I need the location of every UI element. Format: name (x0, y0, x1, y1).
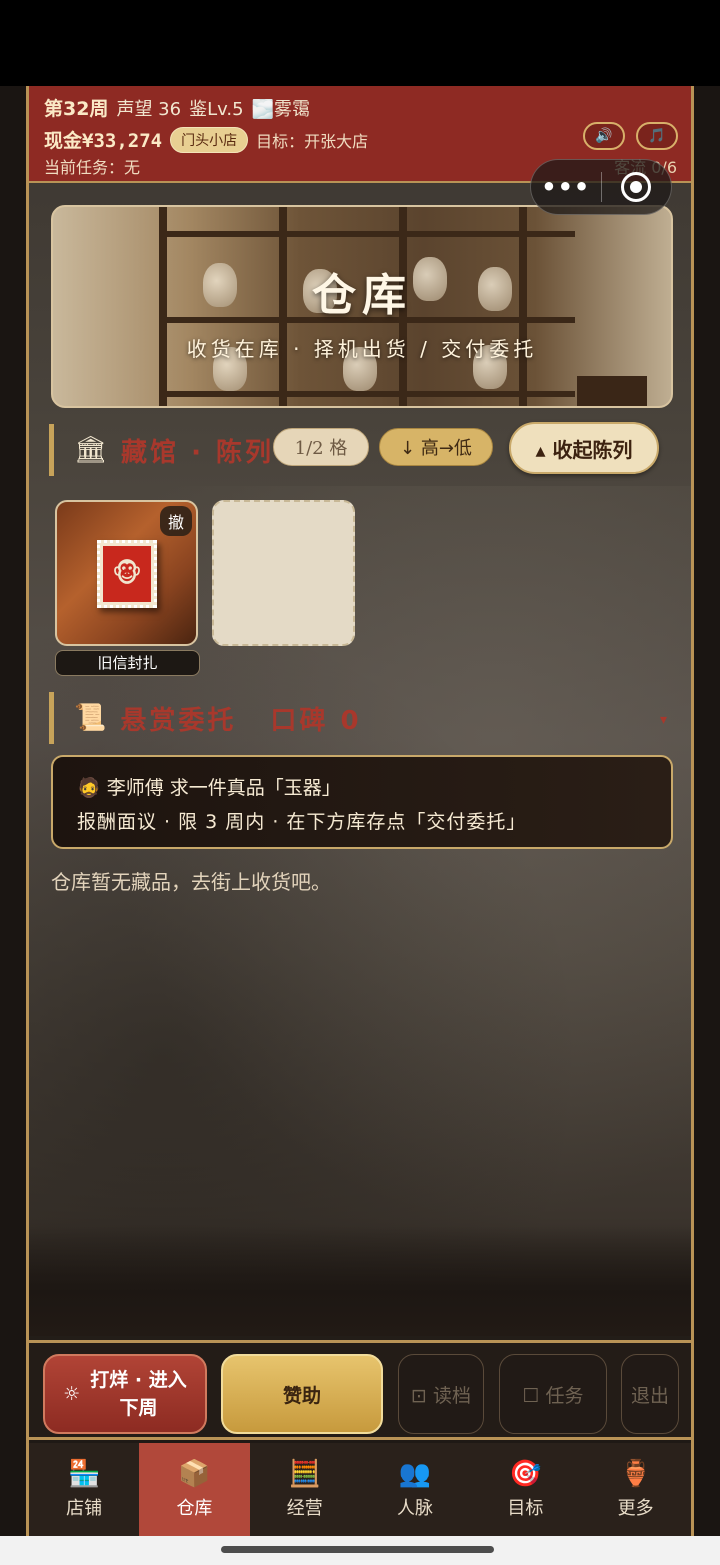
section-accent-bar (49, 692, 54, 744)
display-slot-empty[interactable] (212, 500, 355, 646)
tab-contacts[interactable]: 👥 人脉 (360, 1443, 470, 1536)
warehouse-banner: 仓库 收货在库 · 择机出货 / 交付委托 (51, 205, 673, 408)
cash-value: 现金¥33,274 (44, 130, 163, 152)
action-bar: ☼ 打烊 · 进入 下周 赞助 ⊡ 读档 ☐ 任务 退出 (29, 1340, 691, 1440)
gourd-icon: 🏺 (619, 1458, 652, 1489)
page-title: 仓库 (312, 270, 412, 321)
tab-label: 店铺 (66, 1497, 103, 1519)
commission-request: 🧔 李师傅 求一件真品「玉器」 (77, 777, 341, 799)
tab-warehouse[interactable]: 📦 仓库 (139, 1443, 250, 1536)
empty-warehouse-note: 仓库暂无藏品，去街上收货吧。 (51, 870, 331, 894)
withdraw-button[interactable]: 撤 (160, 506, 192, 536)
tab-business[interactable]: 🧮 经营 (250, 1443, 360, 1536)
tab-label: 仓库 (176, 1497, 213, 1519)
tasks-button[interactable]: ☐ 任务 (499, 1354, 607, 1434)
tab-goals[interactable]: 🎯 目标 (470, 1443, 580, 1536)
more-options-button[interactable]: ••• (531, 173, 601, 201)
shop-icon: 🏪 (67, 1458, 101, 1489)
word-of-mouth-label: 口碑 0 (270, 705, 362, 736)
display-slot-item[interactable]: 🐵 撤 (55, 500, 198, 646)
scroll-icon: 📜 (74, 703, 107, 733)
miniprogram-capsule: ••• (530, 159, 672, 215)
close-miniprogram-button[interactable] (602, 172, 672, 202)
display-section-title: 藏馆 · 陈列 (121, 437, 274, 468)
target-close-icon (621, 172, 652, 202)
abacus-icon: 🧮 (288, 1458, 321, 1489)
sun-icon: ☼ (63, 1383, 81, 1405)
side-margin-right (694, 86, 720, 1536)
display-item-name: 旧信封扎 (55, 650, 200, 676)
exit-button[interactable]: 退出 (621, 1354, 679, 1434)
shelf-board (159, 391, 575, 397)
display-capacity-badge: 1/2 格 (273, 428, 369, 466)
appraise-level: 鉴Lv.5 (189, 99, 244, 120)
shelf-board (159, 231, 575, 237)
tab-shop[interactable]: 🏪 店铺 (29, 1443, 139, 1536)
commission-section-header[interactable]: 📜 悬赏委托 口碑 0 (49, 692, 362, 744)
cash-row: 现金¥33,274 门头小店 目标：开张大店 (44, 126, 368, 153)
tab-label: 人脉 (397, 1497, 434, 1519)
close-shop-label: 打烊 · 进入 下周 (90, 1369, 187, 1419)
monkey-icon: 🐵 (111, 559, 143, 589)
side-margin-left (0, 86, 26, 1536)
stats-row: 第32周 声望 36 鉴Lv.5 🌫️雾霭 (44, 94, 310, 121)
page-subtitle: 收货在库 · 择机出货 / 交付委托 (186, 337, 538, 361)
tab-label: 更多 (617, 1497, 654, 1519)
tab-label: 目标 (507, 1497, 544, 1519)
sound-toggle-button[interactable]: 🔊 (583, 122, 625, 150)
chevron-down-icon[interactable]: ▾ (660, 712, 667, 728)
side-table (577, 376, 647, 406)
status-bar (0, 0, 720, 86)
music-toggle-button[interactable]: 🎵 (636, 122, 678, 150)
shop-tier-badge[interactable]: 门头小店 (170, 126, 249, 153)
background-floor (29, 1226, 691, 1336)
monkey-stamp-icon: 🐵 (97, 540, 157, 608)
commission-details: 报酬面议 · 限 3 周内 · 在下方库存点「交付委托」 (77, 811, 527, 833)
weather-label: 🌫️雾霭 (251, 99, 310, 120)
tab-more[interactable]: 🏺 更多 (580, 1443, 690, 1536)
sponsor-button[interactable]: 赞助 (221, 1354, 383, 1434)
home-indicator[interactable] (221, 1546, 494, 1553)
crate-icon: 📦 (178, 1458, 211, 1489)
music-note-icon: 🎵 (648, 128, 666, 144)
sort-toggle-button[interactable]: ↓ 高→低 (379, 428, 493, 466)
commission-section-title: 悬赏委托 (120, 705, 237, 736)
target-label: 目标：开张大店 (256, 131, 369, 151)
commission-card[interactable]: 🧔 李师傅 求一件真品「玉器」 报酬面议 · 限 3 周内 · 在下方库存点「交… (51, 755, 673, 849)
target-icon: 🎯 (509, 1458, 542, 1489)
bottom-tab-bar: 🏪 店铺 📦 仓库 🧮 经营 👥 人脉 🎯 目标 🏺 更多 (29, 1443, 691, 1536)
week-label: 第32周 (44, 98, 109, 120)
reputation-label: 声望 36 (116, 99, 182, 120)
speaker-icon: 🔊 (595, 128, 613, 144)
display-section-header: 🏛 藏馆 · 陈列 (49, 424, 274, 476)
game-frame: 第32周 声望 36 鉴Lv.5 🌫️雾霭 现金¥33,274 门头小店 目标：… (26, 86, 694, 1536)
load-save-button[interactable]: ⊡ 读档 (398, 1354, 484, 1434)
museum-icon: 🏛 (74, 435, 108, 465)
tab-label: 经营 (286, 1497, 323, 1519)
close-shop-next-week-button[interactable]: ☼ 打烊 · 进入 下周 (43, 1354, 207, 1434)
current-task-label: 当前任务：无 (44, 158, 141, 177)
section-accent-bar (49, 424, 54, 476)
people-icon: 👥 (398, 1458, 432, 1489)
collapse-display-button[interactable]: ▴ 收起陈列 (509, 422, 659, 474)
